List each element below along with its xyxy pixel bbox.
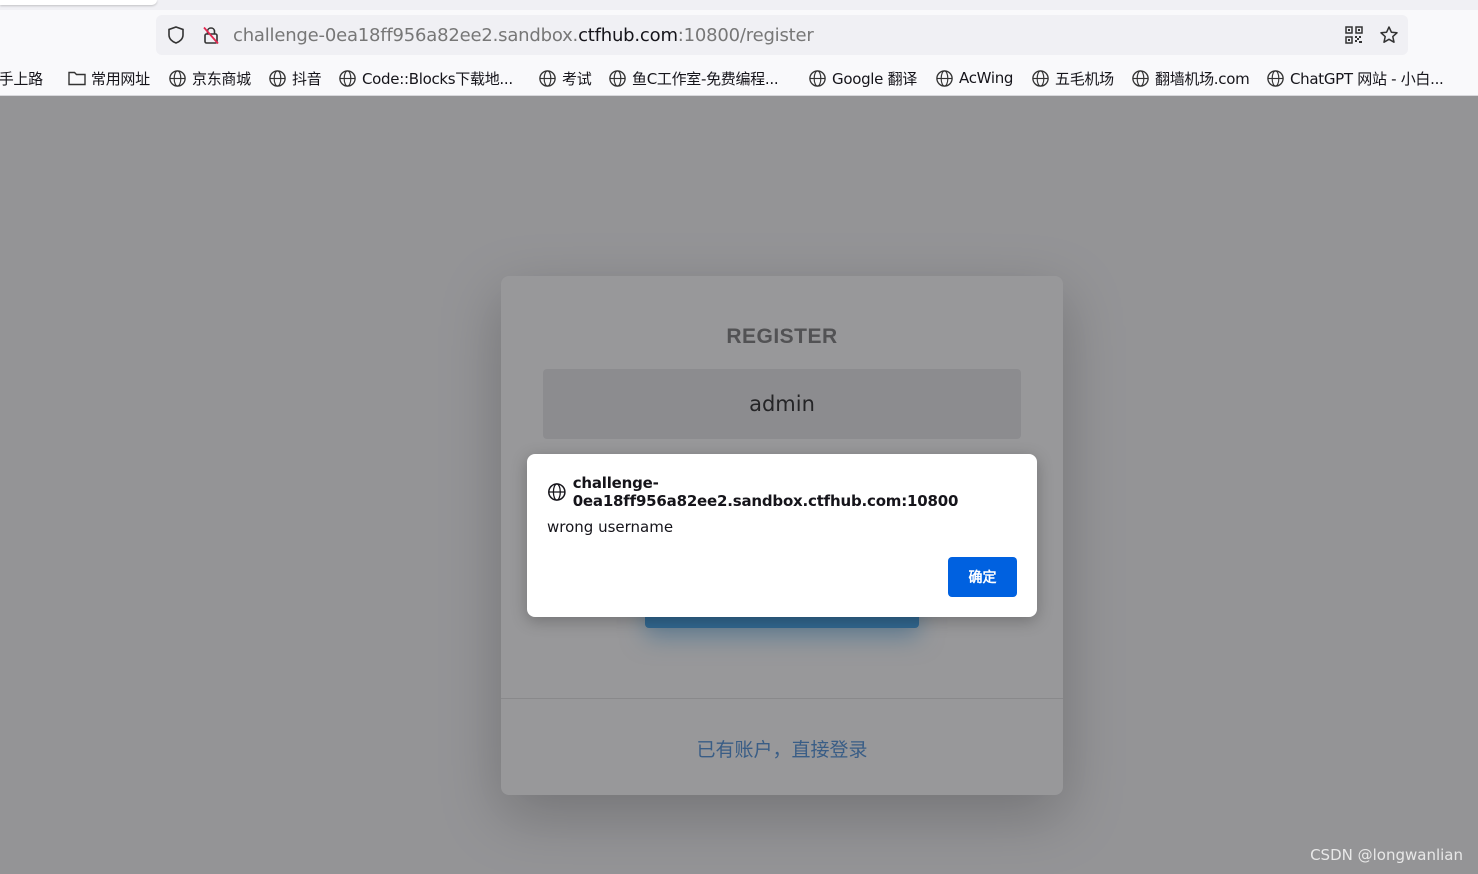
bookmark-label: 翻墙机场.com (1155, 69, 1250, 88)
globe-icon (1267, 69, 1284, 87)
bookmark-item[interactable]: 新手上路 (0, 68, 43, 88)
bookmark-item[interactable]: 鱼C工作室-免费编程... (608, 68, 779, 88)
insecure-lock-icon[interactable] (201, 25, 221, 45)
globe-icon (936, 69, 953, 87)
dialog-message: wrong username (547, 518, 674, 536)
bookmark-item[interactable]: Code::Blocks下载地... (338, 68, 513, 88)
navigation-toolbar: challenge-0ea18ff956a82ee2.sandbox.ctfhu… (0, 10, 1478, 62)
bookmark-label: 考试 (562, 69, 592, 88)
url-suffix: :10800/register (677, 25, 814, 46)
bookmark-folder[interactable]: 常用网址 (68, 68, 150, 88)
bookmark-item[interactable]: 翻墙机场.com (1131, 68, 1250, 88)
globe-icon (339, 69, 356, 87)
bookmarks-bar: 新手上路 常用网址 京东商城 抖音 Code::Blocks下载地... 考试 … (0, 62, 1478, 96)
bookmark-label: AcWing (959, 69, 1014, 87)
bookmark-item[interactable]: ChatGPT 网站 - 小白... (1266, 68, 1444, 88)
bookmark-item[interactable]: 考试 (538, 68, 592, 88)
bookmark-label: Code::Blocks下载地... (362, 69, 513, 88)
qr-code-icon[interactable] (1344, 25, 1364, 45)
globe-icon (1132, 69, 1149, 87)
globe-icon (1032, 69, 1049, 87)
bookmark-item[interactable]: 五毛机场 (1031, 68, 1114, 88)
folder-icon (68, 71, 86, 86)
globe-icon (809, 69, 826, 87)
bookmark-item[interactable]: AcWing (935, 68, 1013, 88)
bookmark-label: 京东商城 (192, 69, 251, 88)
bookmark-label: 常用网址 (91, 69, 150, 88)
globe-icon (609, 69, 626, 87)
bookmark-item[interactable]: 京东商城 (168, 68, 251, 88)
url-bar[interactable]: challenge-0ea18ff956a82ee2.sandbox.ctfhu… (156, 15, 1408, 55)
active-tab[interactable] (0, 0, 157, 5)
bookmark-label: 新手上路 (0, 69, 43, 88)
dialog-origin: challenge-0ea18ff956a82ee2.sandbox.ctfhu… (572, 474, 959, 510)
alert-dialog: challenge-0ea18ff956a82ee2.sandbox.ctfhu… (527, 454, 1037, 617)
bookmark-label: 鱼C工作室-免费编程... (632, 69, 779, 88)
shield-icon[interactable] (166, 25, 186, 45)
bookmark-label: 抖音 (292, 69, 322, 88)
bookmark-label: Google 翻译 (832, 69, 917, 88)
bookmark-item[interactable]: 抖音 (268, 68, 322, 88)
bookmark-label: ChatGPT 网站 - 小白... (1290, 69, 1444, 88)
url-host: ctfhub.com (578, 25, 678, 46)
watermark: CSDN @longwanlian (1310, 846, 1463, 864)
globe-icon (548, 483, 566, 501)
url-text[interactable]: challenge-0ea18ff956a82ee2.sandbox.ctfhu… (233, 25, 814, 46)
globe-icon (269, 69, 286, 87)
star-bookmark-icon[interactable] (1379, 25, 1399, 45)
globe-icon (169, 69, 186, 87)
bookmark-label: 五毛机场 (1055, 69, 1114, 88)
url-prefix: challenge-0ea18ff956a82ee2.sandbox. (233, 25, 579, 46)
bookmark-item[interactable]: Google 翻译 (808, 68, 917, 88)
ok-button[interactable]: 确定 (948, 557, 1017, 597)
dialog-header: challenge-0ea18ff956a82ee2.sandbox.ctfhu… (547, 474, 1037, 510)
globe-icon (539, 69, 556, 87)
tab-strip (0, 0, 1478, 10)
